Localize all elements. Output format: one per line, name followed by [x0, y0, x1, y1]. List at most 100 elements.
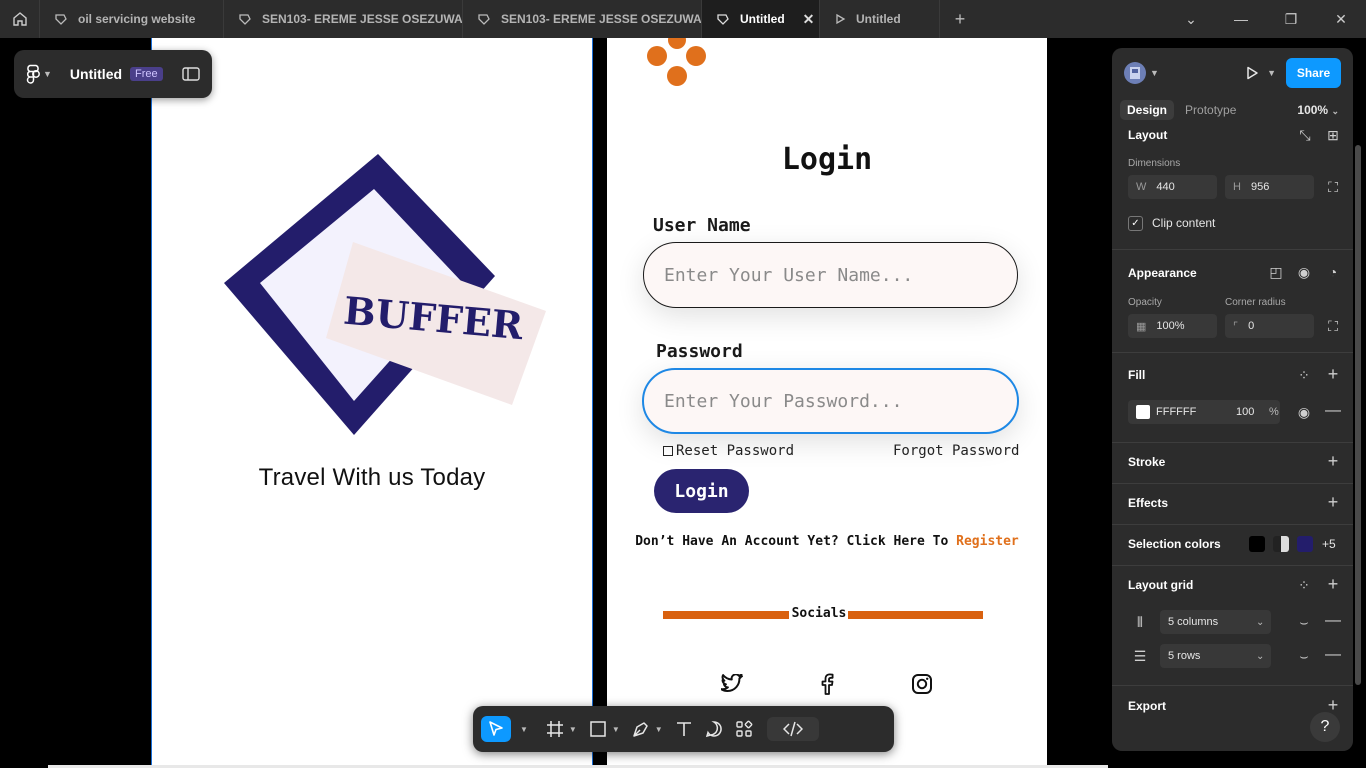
selection-color-navy[interactable]	[1297, 536, 1313, 552]
add-effect-icon[interactable]: +	[1325, 492, 1341, 512]
instagram-icon[interactable]	[910, 672, 934, 696]
tab-label: Untitled	[740, 12, 785, 26]
comment-icon	[705, 721, 722, 738]
facebook-icon[interactable]	[815, 672, 839, 696]
help-button[interactable]: ?	[1310, 712, 1340, 742]
dimensions-label: Dimensions	[1128, 158, 1181, 169]
eye-icon[interactable]: ◉	[1296, 264, 1312, 280]
panel-scrollbar[interactable]	[1355, 145, 1361, 685]
remove-grid-icon[interactable]: —	[1325, 612, 1341, 629]
eye-icon[interactable]: ◉	[1296, 404, 1312, 420]
remove-grid-icon[interactable]: —	[1325, 646, 1341, 663]
move-tool-menu[interactable]: ▼	[515, 725, 528, 734]
effects-title: Effects	[1128, 496, 1169, 510]
corner-radius-icon: ⌜	[1233, 320, 1239, 333]
fill-input[interactable]: FFFFFF 100 %	[1128, 400, 1280, 424]
rows-grid-icon[interactable]: ☰	[1132, 648, 1148, 664]
resize-icon[interactable]: ⛶	[1325, 179, 1341, 195]
add-stroke-icon[interactable]: +	[1325, 451, 1341, 471]
resources-tool[interactable]	[735, 720, 753, 738]
register-link[interactable]: Register	[956, 534, 1019, 549]
width-input[interactable]: W 440	[1128, 175, 1217, 199]
hidden-eye-icon[interactable]: ⌣	[1296, 648, 1312, 664]
tab-sen103-1[interactable]: SEN103- EREME JESSE OSEZUWA-1	[224, 0, 463, 38]
text-tool[interactable]	[675, 720, 693, 738]
present-button[interactable]: ▼	[1245, 66, 1276, 80]
tab-untitled-active[interactable]: Untitled ✕	[702, 0, 820, 38]
columns-grid-icon[interactable]: ⫴	[1132, 614, 1148, 630]
divider	[1112, 565, 1353, 566]
home-button[interactable]	[0, 0, 40, 38]
pen-tool[interactable]: ▼	[632, 720, 663, 738]
dev-mode-toggle[interactable]	[766, 717, 819, 741]
sidebar-toggle-icon[interactable]	[182, 67, 200, 81]
add-fill-icon[interactable]: +	[1325, 364, 1341, 384]
opacity-input[interactable]: ▦ 100%	[1128, 314, 1217, 338]
frame-login[interactable]: Login User Name Enter Your User Name... …	[607, 38, 1047, 765]
figma-logo-icon[interactable]	[26, 64, 40, 84]
reset-password-checkbox[interactable]: Reset Password	[663, 443, 794, 459]
height-input[interactable]: H 956	[1225, 175, 1314, 199]
twitter-icon[interactable]	[720, 672, 744, 696]
play-icon	[834, 13, 846, 25]
chevron-down-icon[interactable]: ▼	[43, 69, 52, 79]
plus-icon: +	[954, 8, 966, 29]
forgot-password-link[interactable]: Forgot Password	[893, 443, 1019, 459]
file-name[interactable]: Untitled	[70, 66, 122, 82]
shape-tool[interactable]: ▼	[589, 720, 620, 738]
style-grid-icon[interactable]: ⁘	[1296, 577, 1312, 593]
chevron-down-icon[interactable]: ⌄	[1166, 11, 1216, 28]
remove-fill-icon[interactable]: —	[1325, 402, 1341, 419]
tab-design[interactable]: Design	[1120, 100, 1175, 120]
stroke-title: Stroke	[1128, 455, 1166, 469]
selection-color-black[interactable]	[1249, 536, 1265, 552]
collapse-icon[interactable]: ⤡	[1297, 127, 1313, 143]
auto-layout-icon[interactable]: ⊞	[1325, 127, 1341, 143]
rows-grid-select[interactable]: 5 rows ⌄	[1160, 644, 1271, 668]
slogan: Travel With us Today	[258, 464, 486, 491]
add-grid-icon[interactable]: +	[1325, 574, 1341, 594]
add-export-icon[interactable]: +	[1325, 695, 1341, 715]
close-window-icon[interactable]: ✕	[1316, 11, 1366, 28]
frame-branding[interactable]: BUFFER Travel With us Today	[151, 38, 593, 765]
zoom-level[interactable]: 100% ⌄	[1297, 103, 1339, 117]
width-prefix: W	[1136, 181, 1147, 193]
password-placeholder: Enter Your Password...	[664, 390, 903, 412]
frame-tool[interactable]: ▼	[546, 720, 577, 738]
independent-corners-icon[interactable]: ⛶	[1325, 318, 1341, 334]
height-value: 956	[1250, 181, 1270, 193]
help-icon: ?	[1320, 718, 1330, 735]
maximize-icon[interactable]: ❐	[1266, 11, 1316, 28]
opacity-icon: ▦	[1136, 320, 1147, 333]
username-input[interactable]: Enter Your User Name...	[643, 242, 1018, 308]
fill-swatch[interactable]	[1136, 405, 1150, 419]
minimize-icon[interactable]: —	[1216, 11, 1266, 27]
tab-label: SEN103- EREME JESSE OSEZUWA-1	[501, 12, 702, 26]
tab-sen103-2[interactable]: SEN103- EREME JESSE OSEZUWA-1	[463, 0, 702, 38]
register-prompt: Don’t Have An Account Yet? Click Here To	[635, 534, 949, 549]
chevron-down-icon[interactable]: ▼	[1150, 68, 1159, 78]
comment-tool[interactable]	[705, 720, 723, 738]
tab-prototype[interactable]: Prototype	[1178, 100, 1243, 120]
columns-grid-select[interactable]: 5 columns ⌄	[1160, 610, 1271, 634]
password-input[interactable]: Enter Your Password...	[642, 368, 1019, 434]
figma-file-icon	[716, 12, 730, 26]
avatar[interactable]	[1124, 62, 1146, 84]
selection-color-mixed[interactable]	[1273, 536, 1289, 552]
close-icon[interactable]: ✕	[803, 11, 815, 28]
share-button[interactable]: Share	[1286, 58, 1341, 88]
selection-colors-more[interactable]: +5	[1322, 537, 1336, 551]
move-tool[interactable]	[481, 716, 511, 742]
blend-mode-icon[interactable]: ◔	[1325, 264, 1341, 280]
tab-oil-servicing[interactable]: oil servicing website	[40, 0, 224, 38]
clip-content-checkbox[interactable]: ✓	[1128, 216, 1143, 231]
corner-radius-input[interactable]: ⌜ 0	[1225, 314, 1314, 338]
style-grid-icon[interactable]: ⁘	[1296, 367, 1312, 383]
selection-colors-title: Selection colors	[1128, 537, 1221, 551]
divider	[1112, 524, 1353, 525]
new-tab-button[interactable]: +	[940, 0, 980, 38]
login-button[interactable]: Login	[654, 469, 749, 513]
styles-icon[interactable]: ◰	[1268, 264, 1284, 280]
hidden-eye-icon[interactable]: ⌣	[1296, 614, 1312, 630]
tab-untitled-prototype[interactable]: Untitled	[820, 0, 940, 38]
